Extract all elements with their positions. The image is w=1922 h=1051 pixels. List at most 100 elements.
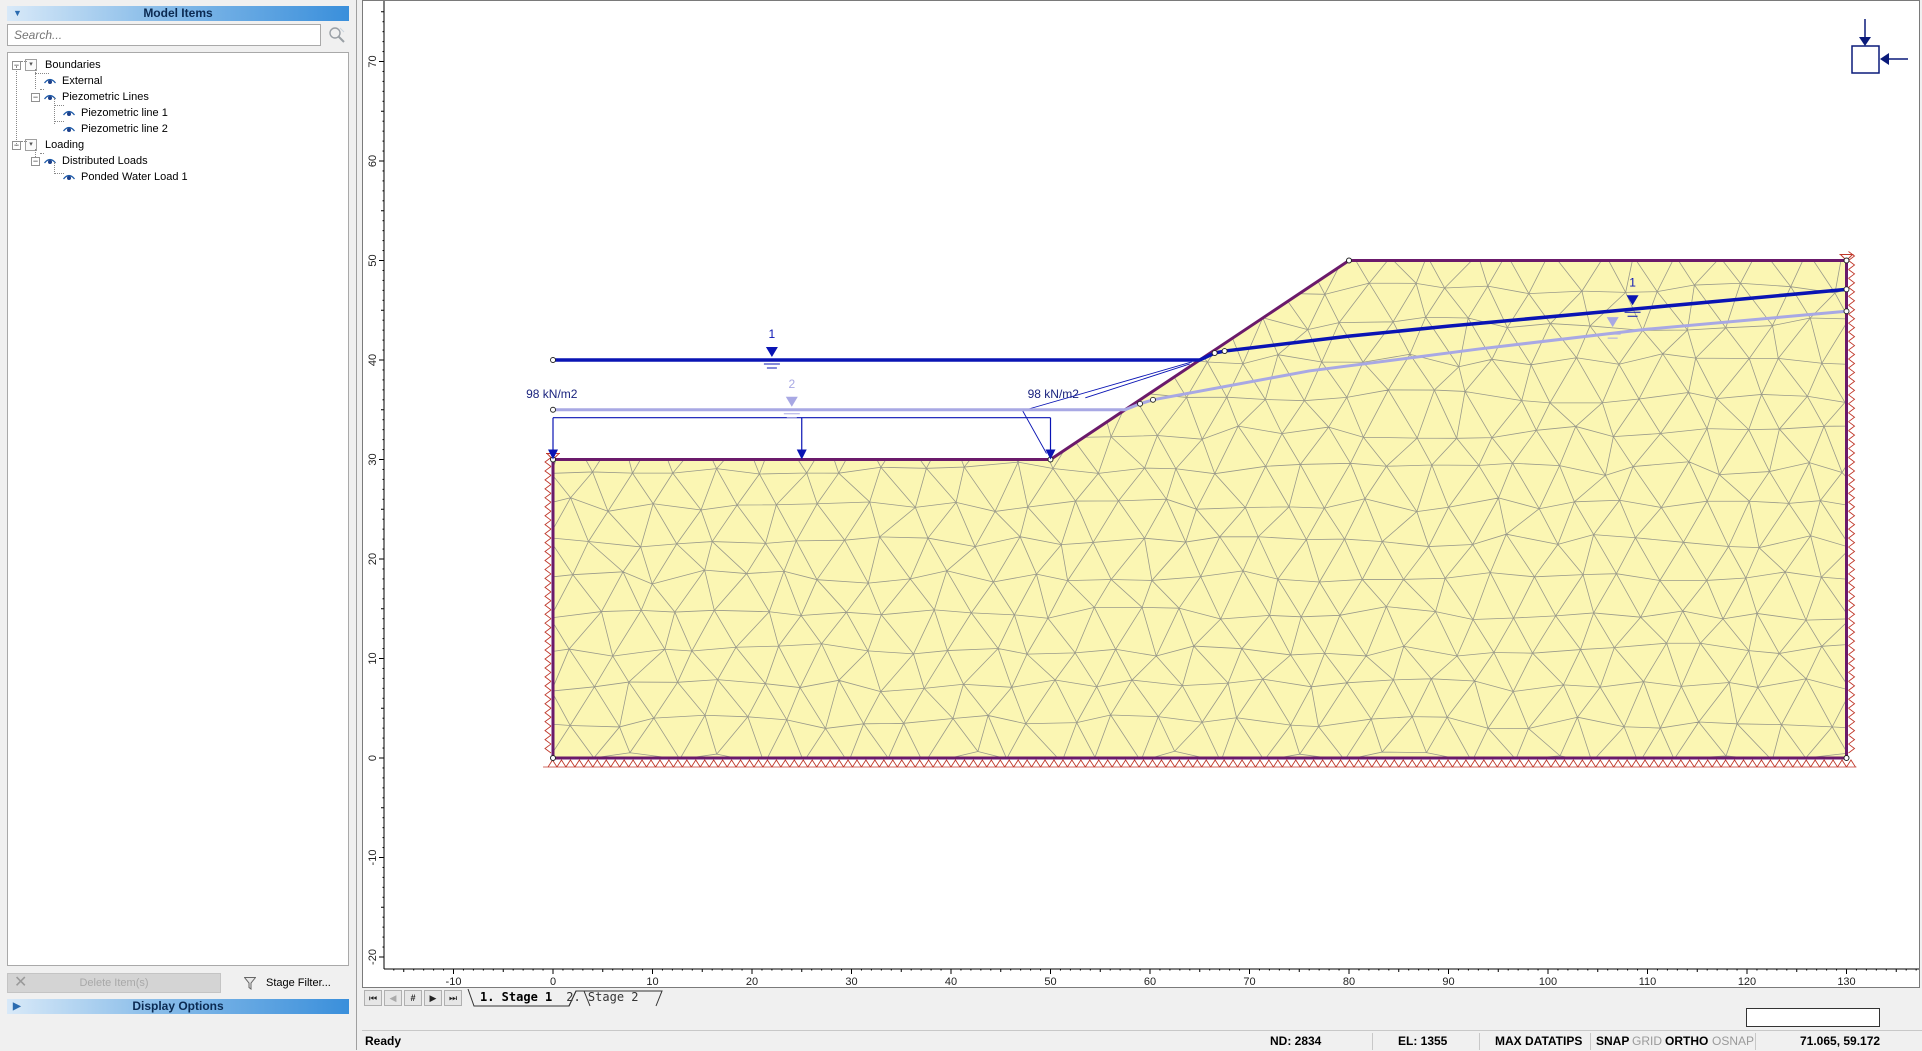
tree-guide-line [16, 66, 17, 146]
bottom-boundary-restraint [547, 759, 1856, 768]
collapse-toggle-icon[interactable]: − [31, 156, 40, 166]
piezometric-line-label: 1 [769, 327, 776, 341]
x-tick-label: 30 [845, 976, 857, 988]
piezometric-vertex [550, 357, 556, 363]
model-canvas[interactable]: 70 60 50 40 30 20 10 0 -10 -20 -10 0 10 20 30 40 50 60 70 8… [362, 0, 1920, 988]
boundary-vertex [1843, 755, 1850, 761]
display-options-header[interactable]: ▶ Display Options [7, 999, 349, 1014]
search-input[interactable] [8, 25, 320, 45]
visibility-eye-icon[interactable] [44, 77, 56, 85]
x-tick-label: 70 [1243, 976, 1255, 988]
axis-orientation-widget [1851, 19, 1908, 74]
x-tick-label: 40 [945, 976, 957, 988]
stage-filter-button[interactable]: Stage Filter... [244, 974, 331, 992]
expand-triangle-icon: ▶ [13, 1001, 21, 1012]
tree-guide-line [40, 153, 44, 154]
tree-guide-line [35, 149, 36, 157]
stage-navigation: ⏮ ◀ # ▶ ⏭ 1. Stage 1 2. Stage 2 [364, 989, 696, 1007]
tree-item-label: Distributed Loads [62, 155, 148, 167]
stage-filter-label: Stage Filter... [266, 977, 331, 989]
collapse-triangle-icon: ▼ [13, 8, 22, 18]
x-tick-label: 80 [1343, 976, 1355, 988]
osnap-toggle[interactable]: OSNAP [1712, 1034, 1754, 1048]
delete-items-button[interactable]: ✕ Delete Item(s) [7, 973, 221, 993]
max-datatips-toggle[interactable]: MAX DATATIPS [1495, 1034, 1582, 1048]
collapse-toggle-icon[interactable]: − [31, 92, 40, 102]
x-tick-label: 100 [1539, 976, 1557, 988]
visibility-eye-icon[interactable] [63, 109, 75, 117]
delete-x-icon: ✕ [14, 974, 28, 991]
tree-item-label: Boundaries [45, 59, 101, 71]
ortho-toggle[interactable]: ORTHO [1665, 1034, 1708, 1048]
y-tick-label: 40 [367, 354, 379, 366]
water-table-triangle-icon [765, 347, 778, 357]
status-element-count: EL: 1355 [1398, 1034, 1448, 1048]
piezometric-vertex [1221, 348, 1228, 354]
status-ready: Ready [365, 1034, 402, 1048]
tree-guide-line [35, 73, 49, 74]
x-tick-label: 60 [1144, 976, 1156, 988]
x-tick-label: 110 [1639, 976, 1657, 988]
model-items-panel: ▼ Model Items −▾Boundaries External − Piezo… [0, 0, 357, 1050]
y-tick-label: 30 [367, 453, 379, 465]
y-tick-label: -20 [367, 949, 379, 965]
next-stage-button[interactable]: ▶ [424, 990, 442, 1006]
last-stage-button[interactable]: ⏭ [444, 990, 462, 1006]
water-table-triangle-icon [785, 396, 798, 407]
prev-stage-button[interactable]: ◀ [384, 990, 402, 1006]
tree-item-distributed-loads[interactable]: − Distributed Loads [31, 153, 148, 169]
x-tick-label: 130 [1837, 976, 1855, 988]
stage-input-box[interactable] [1746, 1008, 1880, 1027]
y-tick-label: 50 [367, 254, 379, 266]
x-tick-label: 50 [1044, 976, 1056, 988]
funnel-icon [244, 976, 256, 990]
display-options-title: Display Options [132, 999, 224, 1013]
delete-items-label: Delete Item(s) [79, 977, 149, 989]
widget-down-arrow-icon [1859, 37, 1871, 46]
boundary-vertex [1843, 257, 1850, 264]
stage-number-button[interactable]: # [404, 990, 422, 1006]
tree-guide-line [54, 121, 64, 122]
visibility-eye-icon[interactable] [63, 125, 75, 133]
search-box[interactable] [7, 24, 321, 46]
search-icon[interactable] [328, 26, 346, 44]
model-items-title: Model Items [143, 6, 213, 20]
snap-toggle[interactable]: SNAP [1596, 1034, 1629, 1048]
tree-guide-line [21, 141, 27, 142]
tree-item-label: Piezometric line 2 [81, 123, 168, 135]
boundary-vertex [1346, 257, 1352, 264]
piezometric-line-label: 1 [1629, 275, 1636, 289]
grid-toggle[interactable]: GRID [1632, 1034, 1662, 1048]
tree-item-label: Piezometric line 1 [81, 107, 168, 119]
model-tree: − ▾ Boundaries External − Piezometric Lines Pi… [7, 52, 349, 966]
piezometric-vertex [1211, 350, 1218, 356]
tree-item-ponded-water-load-1[interactable]: Ponded Water Load 1 [50, 169, 188, 185]
tree-item-external[interactable]: External [31, 73, 102, 89]
tree-item-label: Ponded Water Load 1 [81, 171, 188, 183]
tree-item-piezometric-line-1[interactable]: Piezometric line 1 [50, 105, 168, 121]
water-table-lines-icon [763, 363, 780, 369]
first-stage-button[interactable]: ⏮ [364, 990, 382, 1006]
tab-stage-2[interactable]: 2. Stage 2 [560, 989, 646, 1006]
tree-item-piezometric-lines[interactable]: − Piezometric Lines [31, 89, 149, 105]
y-tick-label: 10 [367, 652, 379, 664]
piezometric-vertex [1137, 400, 1143, 407]
visibility-eye-icon[interactable] [63, 173, 75, 181]
y-tick-label: 0 [367, 755, 379, 761]
y-tick-label: 20 [367, 553, 379, 565]
tree-item-loading[interactable]: − ▾ Loading [12, 137, 84, 153]
tree-item-piezometric-line-2[interactable]: Piezometric line 2 [50, 121, 168, 137]
model-items-header[interactable]: ▼ Model Items [7, 6, 349, 21]
y-tick-label: 60 [367, 155, 379, 167]
tab-stage-1[interactable]: 1. Stage 1 [470, 989, 560, 1006]
piezometric-line-label: 2 [788, 377, 795, 391]
tree-item-label: Piezometric Lines [62, 91, 149, 103]
tree-item-boundaries[interactable]: − ▾ Boundaries [12, 57, 101, 73]
cursor-coordinates: 71.065, 59.172 [1800, 1034, 1881, 1048]
model-drawing[interactable]: 706050403020100-10-20-10 0 10 20 30 40 50 60 70 8… [363, 1, 1920, 988]
y-tick-label: 70 [367, 55, 379, 67]
load-label-right: 98 kN/m2 [1028, 387, 1080, 401]
tree-item-label: External [62, 75, 103, 87]
x-tick-label: 10 [646, 976, 658, 988]
tree-guide-line [54, 105, 64, 106]
